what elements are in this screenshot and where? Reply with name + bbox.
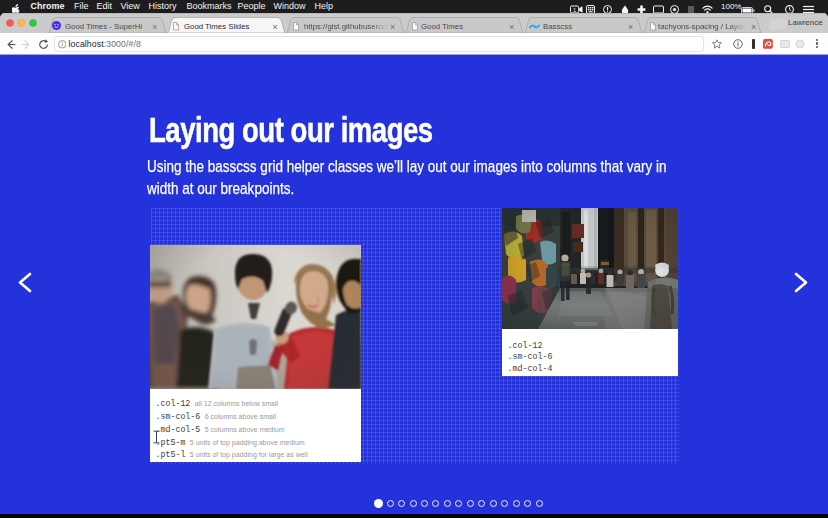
svg-text:1: 1: [573, 7, 576, 13]
